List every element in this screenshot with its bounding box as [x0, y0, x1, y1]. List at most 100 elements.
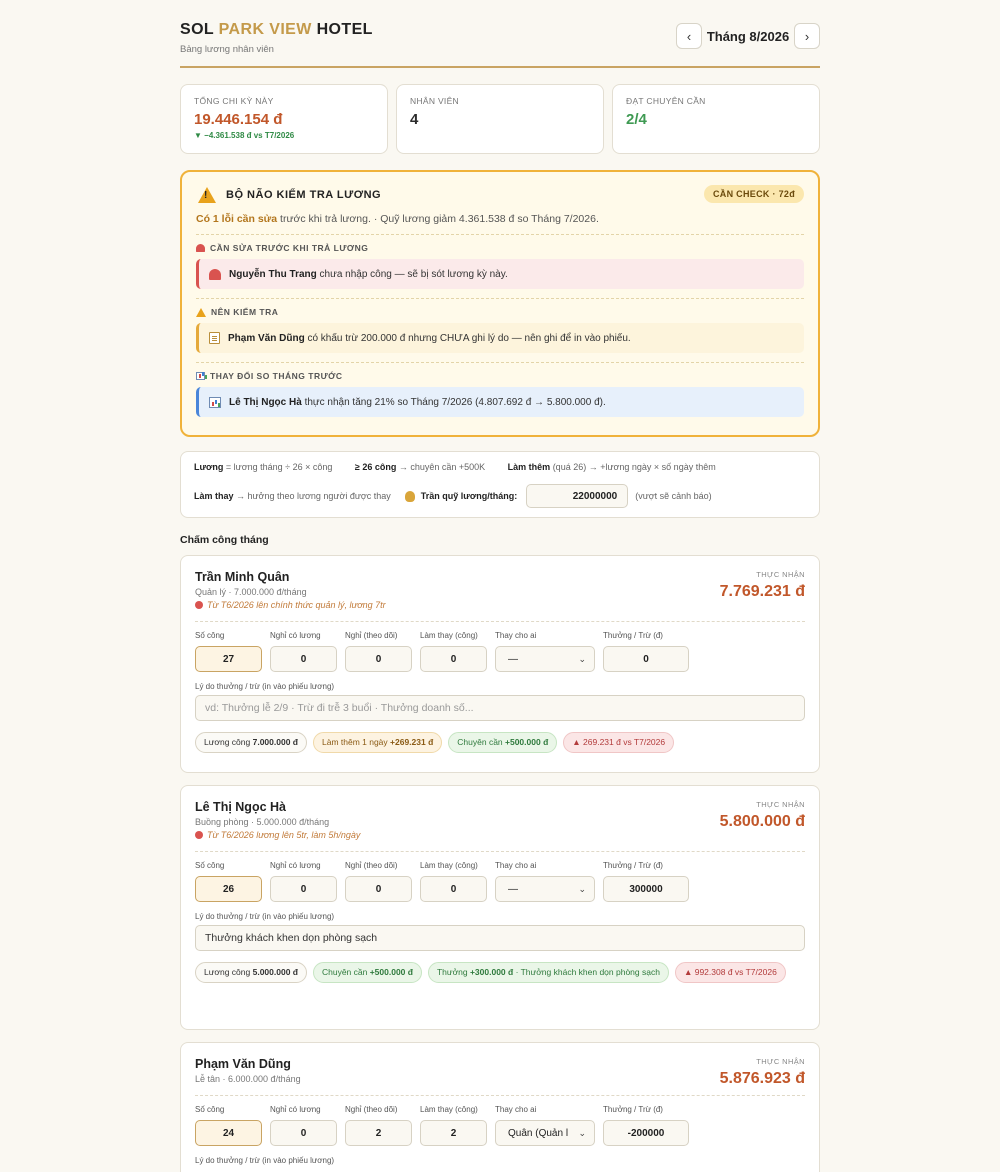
divider	[195, 851, 805, 852]
field-tracked-leave: Nghỉ (theo dõi) 0	[345, 861, 412, 902]
employee-role: Quản lý · 7.000.000 đ/tháng	[195, 587, 307, 597]
employee-note: Từ T6/2026 lên chính thức quản lý, lương…	[195, 600, 805, 610]
net-pay-value: 7.769.231 đ	[719, 583, 805, 600]
current-month: Tháng 8/2026	[706, 28, 790, 44]
stat-attendance: ĐẠT CHUYÊN CẦN 2/4	[612, 84, 820, 154]
chevron-down-icon: ⌄	[578, 1127, 586, 1138]
attendance-fields: Số công 27 Nghỉ có lương 0 Nghỉ (theo dõi)…	[195, 631, 805, 672]
attendance-fields: Số công 26 Nghỉ có lương 0 Nghỉ (theo dõi)…	[195, 861, 805, 902]
work-days-input[interactable]: 24	[195, 1120, 262, 1146]
tracked-leave-input[interactable]: 0	[345, 646, 412, 672]
field-substitute-days: Làm thay (công) 2	[420, 1105, 487, 1146]
budget-label: Trần quỹ lương/tháng:	[420, 491, 518, 501]
budget-cap-input[interactable]	[526, 484, 629, 508]
memo-icon	[209, 332, 220, 344]
substitute-for-select[interactable]: Quân (Quản l ⌄	[495, 1120, 595, 1146]
pushpin-icon	[195, 831, 203, 839]
employee-card: Trần Minh Quân Quản lý · 7.000.000 đ/thá…	[180, 555, 820, 773]
budget-hint: (vượt sẽ cảnh báo)	[635, 491, 712, 501]
chevron-down-icon: ⌄	[578, 653, 586, 664]
field-substitute-for: Thay cho ai Quân (Quản l ⌄	[495, 1105, 595, 1146]
net-pay-value: 5.800.000 đ	[719, 813, 805, 830]
field-work-days: Số công 27	[195, 631, 262, 672]
field-bonus: Thưởng / Trừ (đ) -200000	[603, 1105, 689, 1146]
next-month-button[interactable]: ›	[794, 23, 820, 49]
work-days-input[interactable]: 26	[195, 876, 262, 902]
chip-delta: ▲ 992.308 đ vs T7/2026	[674, 962, 786, 983]
stats-row: TỔNG CHI KỲ NÀY 19.446.154 đ ▼ −4.361.53…	[180, 84, 820, 154]
net-pay-value: 5.876.923 đ	[719, 1070, 805, 1087]
paid-leave-input[interactable]: 0	[270, 646, 337, 672]
payroll-page: SOL PARK VIEW HOTEL Bảng lương nhân viên…	[180, 0, 820, 1172]
tracked-leave-input[interactable]: 2	[345, 1120, 412, 1146]
payroll-rules-panel: Lương = lương tháng ÷ 26 × công ≥ 26 côn…	[180, 451, 820, 518]
employee-role: Buồng phòng · 5.000.000 đ/tháng	[195, 817, 330, 827]
chevron-down-icon: ⌄	[578, 883, 586, 894]
field-paid-leave: Nghỉ có lương 0	[270, 861, 337, 902]
section-heading: Chấm công tháng	[180, 534, 269, 546]
work-days-input[interactable]: 27	[195, 646, 262, 672]
field-paid-leave: Nghỉ có lương 0	[270, 631, 337, 672]
field-work-days: Số công 26	[195, 861, 262, 902]
rules-line: Làm thay → hưởng theo lương người được t…	[194, 484, 806, 508]
bonus-input[interactable]: -200000	[603, 1120, 689, 1146]
audit-item-change: Lê Thị Ngọc Hà thực nhận tăng 21% so Thá…	[196, 387, 804, 417]
employee-note: Từ T6/2026 lương lên 5tr, làm 5h/ngày	[195, 830, 805, 840]
chip-delta: ▲ 269.231 đ vs T7/2026	[563, 732, 675, 753]
payroll-audit-panel: BỘ NÃO KIỂM TRA LƯƠNG CẦN CHECK · 72đ Có…	[180, 170, 820, 437]
field-bonus: Thưởng / Trừ (đ) 300000	[603, 861, 689, 902]
pay-breakdown: Lương công 5.000.000 đ Chuyên cần +500.0…	[195, 962, 805, 995]
paid-leave-input[interactable]: 0	[270, 876, 337, 902]
reason-input[interactable]: vd: Thưởng lễ 2/9 · Trừ đi trễ 3 buổi · …	[195, 695, 805, 721]
siren-icon	[209, 268, 221, 280]
employee-card: Phạm Văn Dũng Lễ tân · 6.000.000 đ/tháng…	[180, 1042, 820, 1172]
substitute-days-input[interactable]: 2	[420, 1120, 487, 1146]
substitute-for-select[interactable]: — ⌄	[495, 876, 595, 902]
paid-leave-input[interactable]: 0	[270, 1120, 337, 1146]
field-substitute-days: Làm thay (công) 0	[420, 861, 487, 902]
warning-icon	[198, 187, 216, 203]
employee-name: Lê Thị Ngọc Hà	[195, 800, 286, 814]
substitute-days-input[interactable]: 0	[420, 876, 487, 902]
divider	[195, 1095, 805, 1096]
money-bag-icon	[404, 490, 415, 502]
pay-breakdown: Lương công 7.000.000 đ Làm thêm 1 ngày +…	[195, 732, 805, 765]
chip-bonus: Thưởng +300.000 đ · Thưởng khách khen dọ…	[427, 962, 669, 983]
chip-base-pay: Lương công 7.000.000 đ	[195, 732, 307, 753]
employee-role: Lễ tân · 6.000.000 đ/tháng	[195, 1074, 301, 1084]
bonus-input[interactable]: 0	[603, 646, 689, 672]
stat-label: NHÂN VIÊN	[410, 96, 459, 106]
page-subtitle: Bảng lương nhân viên	[180, 44, 274, 55]
prev-month-button[interactable]: ‹	[676, 23, 702, 49]
tracked-leave-input[interactable]: 0	[345, 876, 412, 902]
audit-section-changes: THAY ĐỔI SO THÁNG TRƯỚC Lê Thị Ngọc Hà t…	[196, 362, 804, 417]
section-title: NÊN KIỂM TRA	[196, 307, 804, 317]
stat-value: 19.446.154 đ	[194, 111, 283, 128]
stat-label: TỔNG CHI KỲ NÀY	[194, 96, 274, 106]
attendance-fields: Số công 24 Nghỉ có lương 0 Nghỉ (theo dõi)…	[195, 1105, 805, 1146]
header: SOL PARK VIEW HOTEL Bảng lương nhân viên…	[180, 0, 820, 68]
employee-name: Trần Minh Quân	[195, 570, 290, 584]
chip-overtime: Làm thêm 1 ngày +269.231 đ	[312, 732, 443, 753]
audit-header: BỘ NÃO KIỂM TRA LƯƠNG CẦN CHECK · 72đ	[196, 184, 804, 208]
stat-label: ĐẠT CHUYÊN CẦN	[626, 96, 706, 106]
field-substitute-for: Thay cho ai — ⌄	[495, 861, 595, 902]
substitute-days-input[interactable]: 0	[420, 646, 487, 672]
audit-item-warning: Phạm Văn Dũng có khấu trừ 200.000 đ nhưn…	[196, 323, 804, 353]
audit-title: BỘ NÃO KIỂM TRA LƯƠNG	[226, 189, 382, 201]
audit-section-should-check: NÊN KIỂM TRA Phạm Văn Dũng có khấu trừ 2…	[196, 298, 804, 353]
employee-card: Lê Thị Ngọc Hà Buồng phòng · 5.000.000 đ…	[180, 785, 820, 1030]
chip-attendance-bonus: Chuyên cần +500.000 đ	[312, 962, 422, 983]
bar-chart-icon	[196, 372, 205, 380]
section-title: CẦN SỬA TRƯỚC KHI TRẢ LƯƠNG	[196, 243, 804, 253]
reason-label: Lý do thưởng / trừ (in vào phiếu lương)	[195, 682, 335, 691]
substitute-for-select[interactable]: — ⌄	[495, 646, 595, 672]
month-navigator: ‹ Tháng 8/2026 ›	[676, 23, 820, 49]
bonus-input[interactable]: 300000	[603, 876, 689, 902]
reason-input[interactable]: Thưởng khách khen dọn phòng sạch	[195, 925, 805, 951]
field-paid-leave: Nghỉ có lương 0	[270, 1105, 337, 1146]
stat-delta: ▼ −4.361.538 đ vs T7/2026	[194, 131, 295, 140]
field-substitute-for: Thay cho ai — ⌄	[495, 631, 595, 672]
bar-chart-icon	[209, 396, 221, 408]
audit-section-must-fix: CẦN SỬA TRƯỚC KHI TRẢ LƯƠNG Nguyễn Thu T…	[196, 234, 804, 289]
